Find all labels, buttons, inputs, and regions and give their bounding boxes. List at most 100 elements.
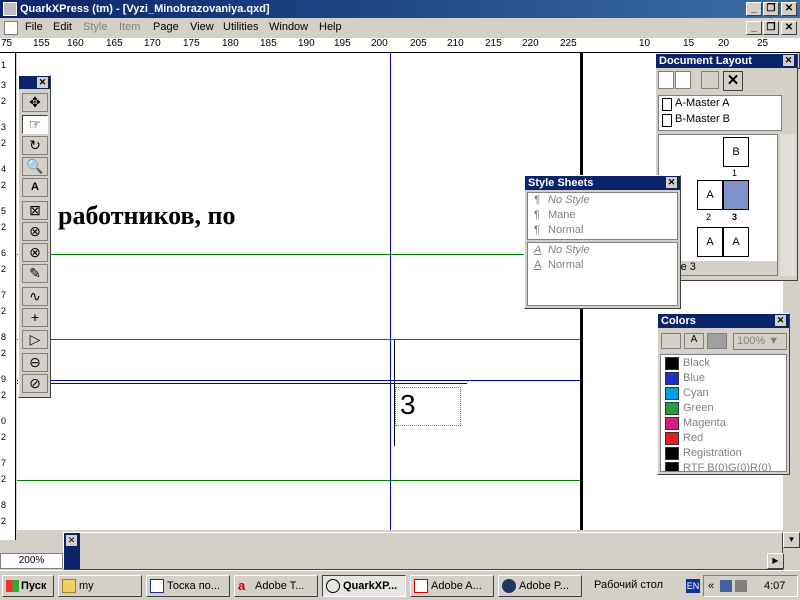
circle-picture-box-icon[interactable]: ⊗ bbox=[22, 243, 48, 262]
scroll-right-button[interactable]: ▶ bbox=[767, 553, 784, 569]
margin-guide[interactable] bbox=[17, 380, 580, 381]
tint-dropdown[interactable]: 100% ▼ bbox=[733, 333, 787, 350]
doc-close-button[interactable]: ✕ bbox=[781, 21, 797, 35]
layout-scrollbar[interactable] bbox=[780, 134, 796, 276]
character-styles-list[interactable]: A No Style A Normal bbox=[527, 242, 678, 306]
paragraph-style-item[interactable]: ¶ Mane bbox=[534, 209, 576, 221]
oval-picture-box-icon[interactable]: ⊗ bbox=[22, 222, 48, 241]
menu-help[interactable]: Help bbox=[319, 21, 342, 33]
master-page-item[interactable]: B-Master B bbox=[675, 113, 730, 125]
link-tool-icon[interactable]: ⊖ bbox=[22, 353, 48, 372]
rotate-tool-icon[interactable]: ↻ bbox=[22, 136, 48, 155]
restore-button[interactable]: ❐ bbox=[763, 2, 779, 16]
horizontal-guide[interactable] bbox=[17, 254, 580, 255]
frame-color-icon[interactable] bbox=[661, 333, 681, 349]
scroll-down-button[interactable]: ▼ bbox=[783, 532, 800, 548]
desktop-toolbar-label[interactable]: Рабочий стол bbox=[594, 579, 663, 591]
color-item[interactable]: Magenta bbox=[665, 416, 777, 431]
vertical-ruler[interactable]: 1 3 2 3 2 4 2 5 2 6 2 7 2 8 2 9 2 0 2 7 … bbox=[0, 53, 16, 540]
menu-page[interactable]: Page bbox=[153, 21, 179, 33]
menu-view[interactable]: View bbox=[190, 21, 214, 33]
close-button[interactable]: ✕ bbox=[781, 2, 797, 16]
color-item[interactable]: Green bbox=[665, 401, 777, 416]
page-thumb-selected[interactable] bbox=[723, 180, 749, 210]
start-button[interactable]: Пуск bbox=[2, 575, 54, 597]
close-icon[interactable]: ✕ bbox=[783, 55, 794, 66]
content-hand-tool-icon[interactable]: ☞ bbox=[22, 115, 48, 134]
doc-restore-button[interactable]: ❐ bbox=[763, 21, 779, 35]
document-icon[interactable] bbox=[4, 21, 18, 35]
document-canvas[interactable]: работников, по 3 bbox=[17, 53, 580, 530]
volume-icon[interactable] bbox=[735, 580, 747, 592]
colors-list[interactable]: Black Blue Cyan Green Magenta Red Regist… bbox=[660, 354, 787, 472]
paragraph-styles-list[interactable]: ¶ No Style ¶ Mane ¶ Normal bbox=[527, 192, 678, 240]
task-button[interactable]: Adobe P... bbox=[498, 575, 582, 597]
zoom-field[interactable]: 200% bbox=[0, 553, 63, 569]
horizontal-ruler[interactable]: 75 155 160 165 170 175 180 185 190 195 2… bbox=[0, 38, 800, 53]
text-path-tool-icon[interactable]: ▷ bbox=[22, 330, 48, 349]
color-item[interactable]: Blue bbox=[665, 371, 777, 386]
measurements-header[interactable]: ✕ bbox=[64, 533, 80, 569]
text-box-tool-icon[interactable]: A bbox=[22, 178, 48, 197]
item-tool-icon[interactable]: ✥ bbox=[22, 93, 48, 112]
delete-icon[interactable]: ✕ bbox=[723, 71, 743, 91]
task-button-active[interactable]: QuarkXP... bbox=[322, 575, 406, 597]
color-item[interactable]: Cyan bbox=[665, 386, 777, 401]
language-indicator[interactable]: EN bbox=[686, 579, 700, 593]
menu-edit[interactable]: Edit bbox=[53, 21, 72, 33]
palette-title[interactable]: Document Layout ✕ bbox=[656, 54, 797, 68]
page-thumb[interactable]: A bbox=[723, 227, 749, 257]
character-style-item[interactable]: A No Style bbox=[534, 244, 590, 256]
paragraph-style-item[interactable]: ¶ Normal bbox=[534, 224, 583, 236]
doc-minimize-button[interactable]: _ bbox=[746, 21, 762, 35]
master-page-item[interactable]: A-Master A bbox=[675, 97, 729, 109]
horizontal-guide[interactable] bbox=[17, 480, 580, 481]
menu-item[interactable]: Item bbox=[119, 21, 140, 33]
freehand-line-tool-icon[interactable]: ∿ bbox=[22, 287, 48, 306]
close-icon[interactable]: ✕ bbox=[775, 315, 786, 326]
bezier-picture-box-icon[interactable]: ✎ bbox=[22, 264, 48, 283]
color-item[interactable]: RTF B(0)G(0)R(0) bbox=[665, 461, 777, 471]
minimize-button[interactable]: _ bbox=[746, 2, 762, 16]
zoom-tool-icon[interactable]: 🔍 bbox=[22, 157, 48, 176]
network-icon[interactable] bbox=[720, 580, 732, 592]
unlink-tool-icon[interactable]: ⊘ bbox=[22, 374, 48, 393]
page-number-box[interactable]: 3 bbox=[395, 387, 461, 426]
document-body-text[interactable]: работников, по bbox=[58, 201, 236, 231]
character-style-item[interactable]: A Normal bbox=[534, 259, 583, 271]
new-facing-page-icon[interactable] bbox=[675, 71, 691, 89]
text-color-icon[interactable]: A bbox=[684, 333, 704, 349]
duplicate-icon[interactable] bbox=[701, 71, 719, 89]
horizontal-guide[interactable] bbox=[17, 339, 580, 340]
menu-window[interactable]: Window bbox=[269, 21, 308, 33]
orthogonal-line-tool-icon[interactable]: + bbox=[22, 308, 48, 327]
task-button[interactable]: Adobe A... bbox=[410, 575, 494, 597]
new-single-page-icon[interactable] bbox=[658, 71, 674, 89]
palette-title[interactable]: Colors ✕ bbox=[658, 314, 789, 328]
menu-style[interactable]: Style bbox=[83, 21, 107, 33]
color-item[interactable]: Registration bbox=[665, 446, 777, 461]
close-icon[interactable]: ✕ bbox=[66, 535, 77, 546]
page-thumb[interactable]: A bbox=[697, 227, 723, 257]
tools-palette-header[interactable]: ✕ bbox=[19, 76, 50, 89]
menu-file[interactable]: File bbox=[25, 21, 43, 33]
margin-guide[interactable] bbox=[17, 383, 467, 384]
page-thumb[interactable]: B bbox=[723, 137, 749, 167]
task-button[interactable]: my bbox=[58, 575, 142, 597]
close-icon[interactable]: ✕ bbox=[666, 177, 677, 188]
color-item[interactable]: Red bbox=[665, 431, 777, 446]
color-item[interactable]: Black bbox=[665, 356, 777, 371]
task-button[interactable]: a Adobe T... bbox=[234, 575, 318, 597]
page-thumb[interactable]: A bbox=[697, 180, 723, 210]
paragraph-style-item[interactable]: ¶ No Style bbox=[534, 194, 590, 206]
menu-utilities[interactable]: Utilities bbox=[223, 21, 258, 33]
background-color-icon[interactable] bbox=[707, 333, 727, 349]
picture-box-tool-icon[interactable]: ⊠ bbox=[22, 201, 48, 220]
task-button[interactable]: Тоска по... bbox=[146, 575, 230, 597]
quark-app-icon[interactable] bbox=[3, 2, 17, 16]
clock[interactable]: 4:07 bbox=[764, 576, 785, 596]
palette-title[interactable]: Style Sheets ✕ bbox=[525, 176, 680, 190]
vertical-guide[interactable] bbox=[390, 53, 391, 530]
master-pages-list[interactable]: A-Master A B-Master B bbox=[658, 95, 782, 131]
close-icon[interactable]: ✕ bbox=[37, 77, 48, 88]
